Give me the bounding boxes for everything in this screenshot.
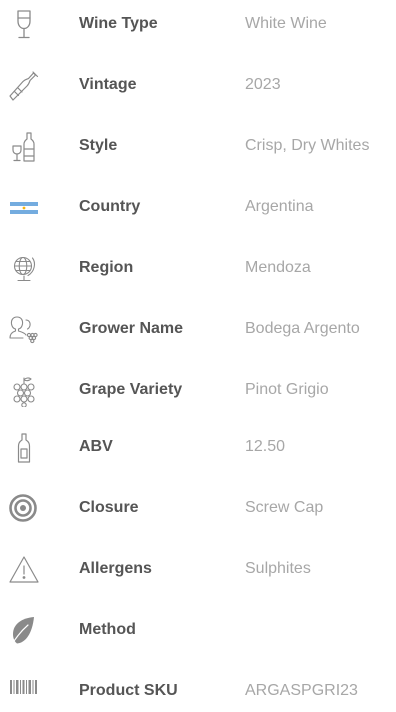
detail-row-grape-variety: Grape Variety Pinot Grigio [0, 371, 396, 411]
argentina-flag-icon [8, 192, 40, 224]
detail-label: Region [79, 259, 134, 276]
detail-value: 2023 [245, 76, 281, 93]
detail-label: Allergens [79, 560, 152, 577]
detail-label: Method [79, 621, 136, 638]
closure-target-icon [8, 493, 40, 525]
detail-row-closure: Closure Screw Cap [0, 489, 396, 529]
detail-label: Vintage [79, 76, 137, 93]
detail-label: Country [79, 198, 141, 215]
detail-value: Screw Cap [245, 499, 324, 516]
detail-label: Style [79, 137, 118, 154]
detail-row-region: Region Mendoza [0, 249, 396, 289]
detail-row-method: Method [0, 611, 396, 651]
detail-label: Grape Variety [79, 381, 183, 398]
detail-label: Product SKU [79, 682, 178, 699]
warning-icon [8, 554, 40, 586]
detail-label: Grower Name [79, 320, 184, 337]
detail-label: Closure [79, 499, 139, 516]
wine-glass-icon [8, 9, 40, 41]
detail-value: Bodega Argento [245, 320, 360, 337]
detail-value: 12.50 [245, 438, 286, 455]
detail-row-wine-type: Wine Type White Wine [0, 5, 396, 45]
detail-value: Crisp, Dry Whites [245, 137, 370, 154]
detail-row-allergens: Allergens Sulphites [0, 550, 396, 590]
detail-value: Mendoza [245, 259, 311, 276]
bottle-and-glass-icon [8, 131, 40, 163]
detail-label: ABV [79, 438, 113, 455]
detail-value: White Wine [245, 15, 327, 32]
detail-value: Argentina [245, 198, 314, 215]
detail-row-abv: ABV 12.50 [0, 428, 396, 468]
detail-value: ARGASPGRI23 [245, 682, 358, 699]
barcode-icon [8, 676, 40, 708]
grapes-icon [8, 375, 40, 407]
detail-row-grower-name: Grower Name Bodega Argento [0, 310, 396, 350]
detail-value: Pinot Grigio [245, 381, 329, 398]
detail-row-vintage: Vintage 2023 [0, 66, 396, 106]
bottle-icon [8, 70, 40, 102]
abv-bottle-icon [8, 432, 40, 464]
detail-row-product-sku: Product SKU ARGASPGRI23 [0, 672, 396, 712]
detail-row-style: Style Crisp, Dry Whites [0, 127, 396, 167]
globe-icon [8, 253, 40, 285]
leaf-icon [8, 615, 40, 647]
detail-label: Wine Type [79, 15, 158, 32]
detail-value: Sulphites [245, 560, 311, 577]
detail-row-country: Country Argentina [0, 188, 396, 228]
grower-icon [8, 314, 40, 346]
